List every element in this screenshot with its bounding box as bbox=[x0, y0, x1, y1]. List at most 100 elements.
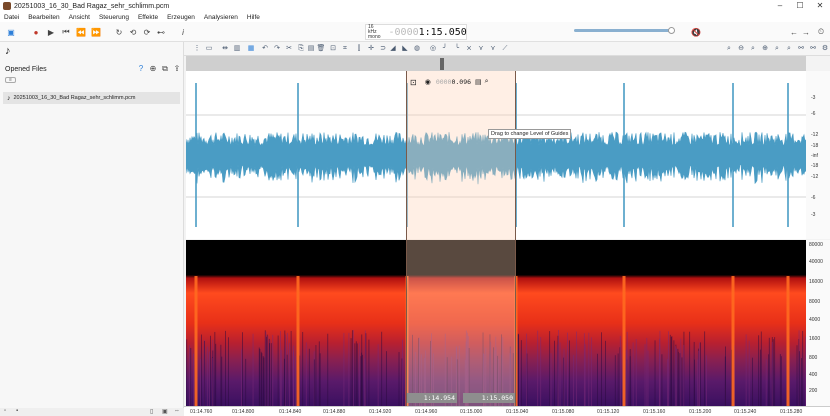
menu-datei[interactable]: Datei bbox=[4, 14, 19, 21]
file-list-item[interactable]: ♪ 20251003_16_30_Bad Ragaz_sehr_schlimm.… bbox=[3, 92, 180, 104]
overview-handle[interactable] bbox=[440, 58, 444, 70]
menu-ansicht[interactable]: Ansicht bbox=[69, 14, 90, 21]
tag-icon[interactable]: ⚯ bbox=[808, 44, 818, 54]
close-button[interactable]: ✕ bbox=[810, 0, 830, 12]
line-icon[interactable]: ⟋ bbox=[500, 44, 510, 54]
select-icon[interactable]: ▭ bbox=[204, 44, 214, 54]
fade-in-icon[interactable]: ◢ bbox=[388, 44, 398, 54]
speaker-mute-icon[interactable]: 🔇 bbox=[690, 26, 702, 38]
curve-down-icon[interactable]: ╰ bbox=[452, 44, 462, 54]
menu-analysieren[interactable]: Analysieren bbox=[204, 14, 238, 21]
sidebar-toggle-icon[interactable]: ▣ bbox=[5, 26, 17, 38]
waveform-view-icon[interactable]: ▥ bbox=[232, 44, 242, 54]
duplicate-icon[interactable]: ⧉ bbox=[159, 64, 171, 74]
loop-selection-icon[interactable]: ⟲ bbox=[127, 26, 139, 38]
menu-erzeugen[interactable]: Erzeugen bbox=[167, 14, 195, 21]
edit-selection-icon[interactable]: ⊡ bbox=[410, 78, 417, 87]
join-icon[interactable]: ✛ bbox=[366, 44, 376, 54]
copy-icon[interactable]: ⎘ bbox=[296, 44, 306, 54]
help-icon[interactable]: ? bbox=[135, 64, 147, 74]
add-file-icon[interactable]: ⊕ bbox=[147, 64, 159, 74]
spectrogram-streak bbox=[358, 342, 360, 406]
zoom-in-icon[interactable]: ⊕ bbox=[760, 44, 770, 54]
fade-out-icon[interactable]: ◣ bbox=[400, 44, 410, 54]
crossfade-icon[interactable]: ⨯ bbox=[464, 44, 474, 54]
menu-bearbeiten[interactable]: Bearbeiten bbox=[28, 14, 59, 21]
zoom-all-icon[interactable]: ⌕ bbox=[784, 44, 794, 54]
trim-icon[interactable]: ⇹ bbox=[220, 44, 230, 54]
status-expand-icon[interactable]: ⇔ bbox=[174, 408, 180, 414]
timeline-ruler[interactable]: 01:14.760 01:14.800 01:14.840 01:14.880 … bbox=[184, 406, 830, 416]
guides-tooltip: Drag to change Level of Guides bbox=[488, 129, 572, 139]
gain-icon[interactable]: ◉ bbox=[425, 78, 431, 86]
spectrogram-streak bbox=[286, 354, 288, 406]
status-grid-icon[interactable]: ▪ bbox=[16, 408, 18, 414]
loop-icon[interactable]: ↻ bbox=[113, 26, 125, 38]
paste-icon[interactable]: ▤ bbox=[306, 44, 316, 54]
rewind-icon[interactable]: ⏪ bbox=[75, 26, 87, 38]
silence-icon[interactable]: ⊡ bbox=[328, 44, 338, 54]
ruler-label: 200 bbox=[809, 388, 818, 394]
zoom-selection-icon[interactable]: ⌕ bbox=[485, 78, 489, 86]
settings-icon[interactable]: ⚙ bbox=[820, 44, 830, 54]
link-icon[interactable]: ⚯ bbox=[796, 44, 806, 54]
merge-icon[interactable]: ⋎ bbox=[488, 44, 498, 54]
cut-icon[interactable]: ✂ bbox=[284, 44, 294, 54]
volume-slider-knob[interactable] bbox=[668, 27, 675, 34]
history-icon[interactable]: ⏲ bbox=[815, 26, 827, 38]
selection-end-handle[interactable] bbox=[515, 71, 516, 406]
status-layout-icon[interactable]: ▣ bbox=[162, 408, 168, 415]
envelope-icon[interactable]: ◎ bbox=[428, 44, 438, 54]
fork-icon[interactable]: ⋎ bbox=[476, 44, 486, 54]
info-icon[interactable]: i bbox=[177, 26, 189, 38]
spectrogram-view[interactable] bbox=[186, 240, 806, 406]
overview-strip[interactable] bbox=[186, 56, 806, 71]
spectrogram-streak bbox=[676, 348, 678, 406]
forward-icon[interactable]: → bbox=[800, 26, 812, 38]
ruler-label: -18 bbox=[811, 143, 819, 149]
maximize-button[interactable]: ☐ bbox=[790, 0, 810, 12]
normalize-icon[interactable]: ◍ bbox=[412, 44, 422, 54]
play-icon[interactable]: ▶ bbox=[45, 26, 57, 38]
zoom-vertical-icon[interactable]: ⌕ bbox=[772, 44, 782, 54]
list-view-toggle[interactable]: ≡ bbox=[5, 77, 16, 83]
back-icon[interactable]: ← bbox=[788, 26, 800, 38]
waveform-view[interactable] bbox=[186, 71, 806, 239]
spectrogram-transient bbox=[296, 276, 300, 406]
selection-start-time[interactable]: 1:14.954 bbox=[407, 393, 457, 403]
selection-end-time[interactable]: 1:15.050 bbox=[463, 393, 515, 403]
zoom-selection-icon[interactable]: ⌕ bbox=[748, 44, 758, 54]
selection-start-handle[interactable] bbox=[406, 71, 407, 406]
export-icon[interactable]: ⇪ bbox=[171, 64, 183, 74]
spectrogram-streak bbox=[683, 345, 685, 406]
skip-start-icon[interactable]: ⏮ bbox=[60, 26, 72, 38]
zoom-out-icon[interactable]: ⊖ bbox=[736, 44, 746, 54]
menu-effekte[interactable]: Effekte bbox=[138, 14, 158, 21]
redo-icon[interactable]: ↷ bbox=[272, 44, 282, 54]
spectrogram-streak bbox=[768, 337, 770, 406]
record-icon[interactable]: ● bbox=[30, 26, 42, 38]
repeat-icon[interactable]: ⟳ bbox=[141, 26, 153, 38]
split-icon[interactable]: ⫿ bbox=[354, 44, 364, 54]
spectrogram-streak bbox=[343, 332, 345, 406]
undo-icon[interactable]: ↶ bbox=[260, 44, 270, 54]
reverse-icon[interactable]: ⊃ bbox=[378, 44, 388, 54]
menu-steuerung[interactable]: Steuerung bbox=[99, 14, 129, 21]
menu-hilfe[interactable]: Hilfe bbox=[247, 14, 260, 21]
minimize-button[interactable]: – bbox=[770, 0, 790, 12]
spectrogram-streak bbox=[361, 352, 363, 406]
volume-slider[interactable] bbox=[574, 29, 670, 32]
fast-forward-icon[interactable]: ⏩ bbox=[90, 26, 102, 38]
curve-up-icon[interactable]: ╯ bbox=[440, 44, 450, 54]
crop-icon[interactable]: ⌗ bbox=[340, 44, 350, 54]
zoom-fit-icon[interactable]: ⌕ bbox=[724, 44, 734, 54]
spectrogram-view-icon[interactable]: ▦ bbox=[246, 44, 256, 54]
delete-icon[interactable]: 🗑 bbox=[316, 44, 326, 54]
drag-icon[interactable]: ⋮ bbox=[192, 44, 202, 54]
status-view-icon[interactable]: ▯ bbox=[150, 408, 153, 415]
spectrum-icon[interactable]: ▤ bbox=[475, 78, 482, 86]
waveform-ruler: -3 -6 -12 -18 -inf -18 -12 -6 -3 bbox=[806, 71, 830, 239]
spectrogram-streak bbox=[354, 343, 356, 406]
follow-playhead-icon[interactable]: ⊷ bbox=[155, 26, 167, 38]
status-left-icon[interactable]: ▫ bbox=[4, 408, 6, 414]
